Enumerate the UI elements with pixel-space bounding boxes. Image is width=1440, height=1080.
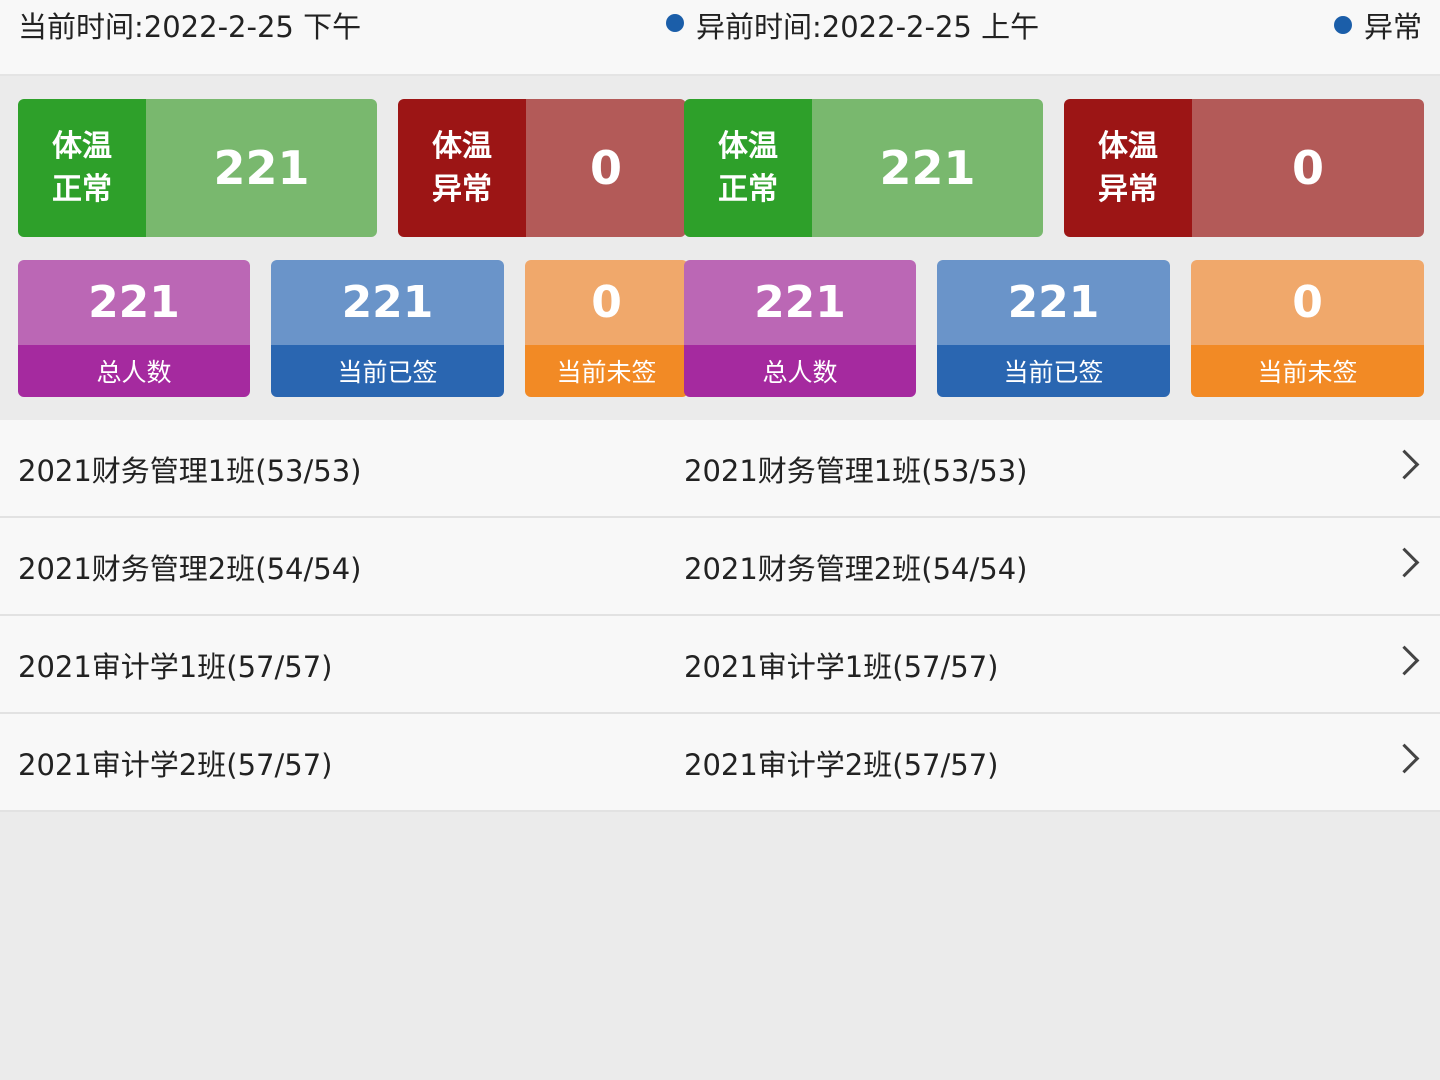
temp-label-line2: 正常 [718, 172, 778, 207]
class-list: 2021财务管理1班(53/53) 2021财务管理1班(53/53) 2021… [0, 420, 1440, 812]
chevron-right-icon [1389, 449, 1420, 480]
current-time-right: 异前时间:2022-2-25 上午 [696, 10, 1040, 44]
temp-label-line2: 异常 [1098, 172, 1158, 207]
chevron-right-icon [1389, 743, 1420, 774]
signed-count-card[interactable]: 221 当前已签 [271, 260, 504, 397]
unsigned-count-card[interactable]: 0 当前未签 [525, 260, 688, 397]
class-name: 2021财务管理1班(53/53) [18, 454, 362, 488]
class-name: 2021财务管理2班(54/54) [18, 552, 362, 586]
class-list-item[interactable]: 2021审计学2班(57/57) 2021审计学2班(57/57) [0, 714, 1440, 812]
abnormal-legend: 异常 [1364, 10, 1423, 44]
unsigned-count-label: 当前未签 [1191, 345, 1424, 397]
class-name: 2021财务管理2班(54/54) [684, 552, 1028, 586]
signed-count-value: 221 [271, 260, 504, 345]
unsigned-count-value: 0 [1191, 260, 1424, 345]
chevron-right-icon [1389, 645, 1420, 676]
class-name: 2021财务管理1班(53/53) [684, 454, 1028, 488]
temp-normal-value: 221 [812, 99, 1043, 237]
current-time-left: 当前时间:2022-2-25 下午 [18, 10, 362, 44]
class-name: 2021审计学1班(57/57) [18, 650, 333, 684]
temp-normal-value: 221 [146, 99, 377, 237]
temp-label-line1: 体温 [52, 129, 112, 164]
class-list-item[interactable]: 2021财务管理1班(53/53) 2021财务管理1班(53/53) [0, 420, 1440, 518]
temp-abnormal-value: 0 [1192, 99, 1424, 237]
header-bar: 当前时间:2022-2-25 下午 异前时间:2022-2-25 上午 异常 [0, 0, 1440, 76]
total-count-card[interactable]: 221 总人数 [684, 260, 916, 397]
total-count-card[interactable]: 221 总人数 [18, 260, 250, 397]
unsigned-count-value: 0 [525, 260, 688, 345]
temp-label-line1: 体温 [1098, 129, 1158, 164]
temp-label-line1: 体温 [432, 129, 492, 164]
signed-count-value: 221 [937, 260, 1170, 345]
class-list-item[interactable]: 2021财务管理2班(54/54) 2021财务管理2班(54/54) [0, 518, 1440, 616]
total-count-label: 总人数 [18, 345, 250, 397]
unsigned-count-card[interactable]: 0 当前未签 [1191, 260, 1424, 397]
unsigned-count-label: 当前未签 [525, 345, 688, 397]
class-list-item[interactable]: 2021审计学1班(57/57) 2021审计学1班(57/57) [0, 616, 1440, 714]
temp-label-line2: 正常 [52, 172, 112, 207]
temp-label-line1: 体温 [718, 129, 778, 164]
class-name: 2021审计学2班(57/57) [18, 748, 333, 782]
total-count-label: 总人数 [684, 345, 916, 397]
temp-normal-label: 体温 正常 [684, 99, 812, 237]
temp-label-line2: 异常 [432, 172, 492, 207]
chevron-right-icon [1389, 547, 1420, 578]
temp-abnormal-card[interactable]: 体温 异常 0 [1064, 99, 1424, 237]
abnormal-dot-icon [1334, 16, 1352, 34]
temp-normal-card[interactable]: 体温 正常 221 [684, 99, 1043, 237]
temp-abnormal-value: 0 [526, 99, 686, 237]
signed-count-card[interactable]: 221 当前已签 [937, 260, 1170, 397]
signed-count-label: 当前已签 [271, 345, 504, 397]
status-dot-icon [666, 14, 684, 32]
temp-normal-card[interactable]: 体温 正常 221 [18, 99, 377, 237]
class-name: 2021审计学2班(57/57) [684, 748, 999, 782]
temp-normal-label: 体温 正常 [18, 99, 146, 237]
total-count-value: 221 [18, 260, 250, 345]
temp-abnormal-card[interactable]: 体温 异常 0 [398, 99, 686, 237]
signed-count-label: 当前已签 [937, 345, 1170, 397]
class-name: 2021审计学1班(57/57) [684, 650, 999, 684]
temp-abnormal-label: 体温 异常 [398, 99, 526, 237]
total-count-value: 221 [684, 260, 916, 345]
temp-abnormal-label: 体温 异常 [1064, 99, 1192, 237]
